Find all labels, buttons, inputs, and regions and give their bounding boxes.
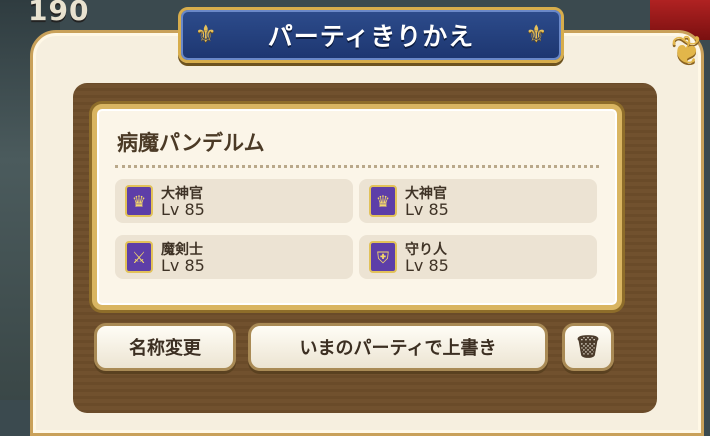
page-title: パーティきりかえ bbox=[267, 22, 475, 51]
party-member: ⛨ 守り人 Lv 85 bbox=[359, 235, 597, 279]
priest-icon: ♛ bbox=[125, 185, 153, 217]
fleur-de-lis-icon: ⚜ bbox=[525, 20, 547, 48]
member-level: Lv 85 bbox=[405, 200, 449, 219]
party-card[interactable]: 病魔パンデルム ♛ 大神官 Lv 85 ♛ 大神官 Lv 85 ⚔ 魔剣士 Lv… bbox=[92, 104, 622, 310]
delete-button[interactable]: 🗑 bbox=[562, 323, 614, 371]
member-level: Lv 85 bbox=[161, 256, 205, 275]
guardian-icon: ⛨ bbox=[369, 241, 397, 273]
member-level: Lv 85 bbox=[161, 200, 205, 219]
fleur-de-lis-icon: ⚜ bbox=[195, 20, 217, 48]
magic-swordsman-icon: ⚔ bbox=[125, 241, 153, 273]
member-level: Lv 85 bbox=[405, 256, 449, 275]
title-banner: ⚜ パーティきりかえ ⚜ bbox=[178, 7, 564, 63]
overwrite-party-button[interactable]: いまのパーティで上書き bbox=[248, 323, 548, 371]
party-member: ♛ 大神官 Lv 85 bbox=[115, 179, 353, 223]
corner-ornament-icon: ❦ bbox=[670, 28, 704, 74]
party-name: 病魔パンデルム bbox=[117, 131, 265, 155]
divider bbox=[115, 165, 599, 168]
background-counter: 190 bbox=[28, 0, 90, 27]
priest-icon: ♛ bbox=[369, 185, 397, 217]
party-member: ⚔ 魔剣士 Lv 85 bbox=[115, 235, 353, 279]
trash-icon: 🗑 bbox=[574, 334, 602, 360]
party-member: ♛ 大神官 Lv 85 bbox=[359, 179, 597, 223]
rename-button[interactable]: 名称変更 bbox=[94, 323, 236, 371]
